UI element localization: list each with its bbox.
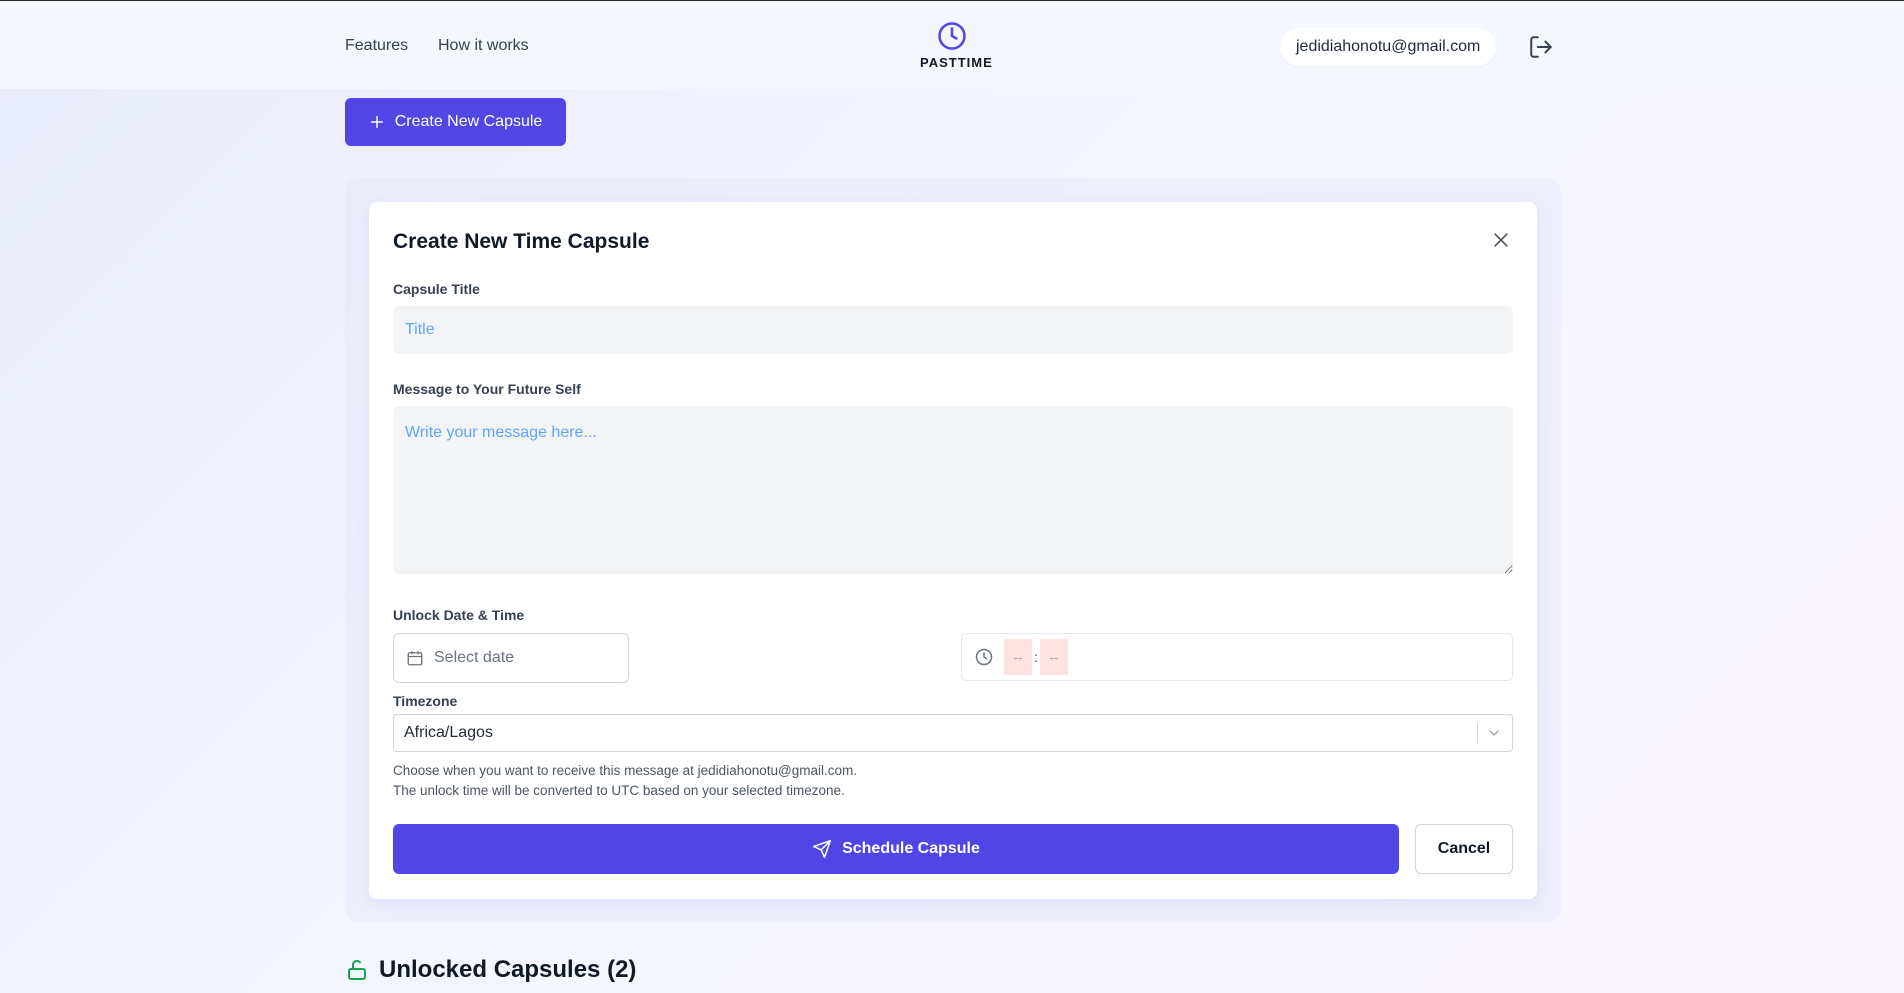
capsule-title-input[interactable] <box>393 306 1513 354</box>
capsule-title-label: Capsule Title <box>393 281 480 297</box>
time-hour-field[interactable]: -- <box>1004 639 1032 675</box>
send-icon <box>812 839 832 859</box>
time-picker[interactable]: -- : -- <box>961 633 1513 681</box>
create-capsule-modal: Create New Time Capsule Capsule Title Me… <box>369 202 1537 899</box>
message-label: Message to Your Future Self <box>393 381 581 397</box>
top-header: Features How it works PASTTIME jedidiaho… <box>0 1 1904 89</box>
nav-how-it-works[interactable]: How it works <box>438 37 529 55</box>
nav-features[interactable]: Features <box>345 37 408 55</box>
timezone-select[interactable]: Africa/Lagos <box>393 714 1513 752</box>
date-picker[interactable]: Select date <box>393 633 629 683</box>
unlock-datetime-label: Unlock Date & Time <box>393 607 525 623</box>
create-new-capsule-button[interactable]: Create New Capsule <box>345 98 566 146</box>
timezone-value: Africa/Lagos <box>404 724 493 741</box>
schedule-capsule-label: Schedule Capsule <box>842 840 980 857</box>
select-divider <box>1477 723 1478 743</box>
clock-icon <box>975 648 993 666</box>
message-textarea[interactable] <box>393 406 1513 574</box>
chevron-down-icon[interactable] <box>1486 725 1502 741</box>
help-text-line-1: Choose when you want to receive this mes… <box>393 763 857 778</box>
close-icon[interactable] <box>1491 230 1511 255</box>
timezone-label: Timezone <box>393 693 458 709</box>
plus-icon <box>370 115 383 129</box>
calendar-icon <box>407 651 423 666</box>
logo[interactable]: PASTTIME <box>920 21 993 70</box>
clock-icon <box>938 22 966 50</box>
logo-text: PASTTIME <box>920 55 993 70</box>
unlocked-capsules-heading: Unlocked Capsules (2) <box>345 956 636 984</box>
modal-title: Create New Time Capsule <box>393 230 650 253</box>
time-minute-field[interactable]: -- <box>1039 639 1068 675</box>
schedule-capsule-button[interactable]: Schedule Capsule <box>393 824 1399 874</box>
unlock-icon <box>348 959 366 980</box>
create-new-capsule-label: Create New Capsule <box>394 113 543 130</box>
unlocked-capsules-title: Unlocked Capsules (2) <box>379 956 637 983</box>
cancel-button[interactable]: Cancel <box>1415 824 1513 874</box>
time-separator: : <box>1034 649 1038 665</box>
help-text-line-2: The unlock time will be converted to UTC… <box>393 783 845 798</box>
logout-icon[interactable] <box>1528 34 1554 65</box>
date-placeholder: Select date <box>434 649 515 666</box>
user-email-badge: jedidiahonotu@gmail.com <box>1280 28 1497 66</box>
